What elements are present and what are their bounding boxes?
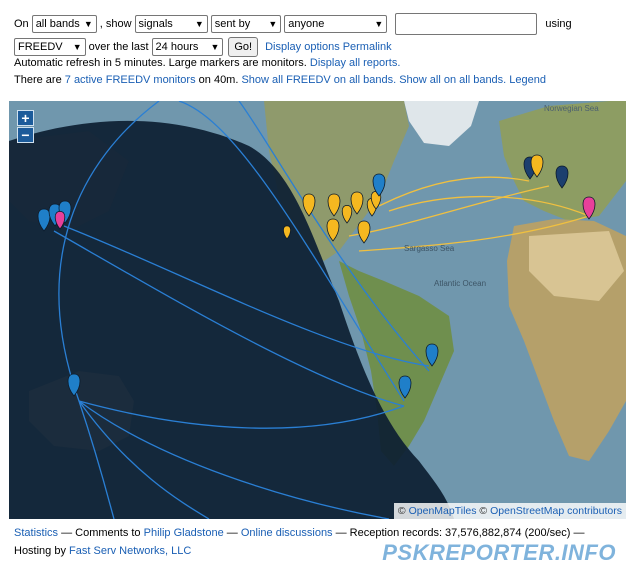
period-select[interactable]: 24 hours ▼	[151, 38, 224, 56]
reception-records-text: — Reception records: 37,576,882,874 (200…	[335, 527, 585, 539]
chevron-down-icon: ▼	[210, 42, 220, 52]
refresh-text: Automatic refresh in 5 minutes. Large ma…	[14, 57, 307, 69]
author-link[interactable]: Philip Gladstone	[144, 527, 224, 539]
query-row-2: FREEDV ▼ over the last 24 hours ▼ Go! Disp…	[14, 36, 392, 58]
active-monitors-link[interactable]: 7 active FREEDV monitors	[65, 74, 196, 86]
dash-separator: —	[226, 527, 238, 539]
statistics-link[interactable]: Statistics	[14, 527, 58, 539]
chevron-down-icon: ▼	[83, 19, 93, 29]
chevron-down-icon: ▼	[374, 19, 384, 29]
chevron-down-icon: ▼	[194, 19, 204, 29]
legend-link[interactable]: Legend	[509, 74, 546, 86]
hosting-text: Hosting by	[14, 545, 66, 557]
on-label: On	[14, 18, 29, 30]
show-mode-all-bands-link[interactable]: Show all FREEDV on all bands.	[241, 74, 396, 86]
direction-select[interactable]: sent by ▼	[210, 15, 282, 33]
type-select[interactable]: signals ▼	[134, 15, 208, 33]
sargasso-sea-label: Sargasso Sea	[404, 244, 455, 253]
footer-line-2: Hosting by Fast Serv Networks, LLC	[14, 545, 191, 557]
chevron-down-icon: ▼	[268, 19, 278, 29]
monitors-prefix: There are	[14, 74, 62, 86]
atlantic-ocean-label: Atlantic Ocean	[434, 279, 486, 288]
display-options-link[interactable]: Display options	[265, 41, 340, 53]
show-label: , show	[99, 18, 132, 30]
norwegian-sea-label: Norwegian Sea	[544, 104, 599, 113]
map-canvas: Norwegian Sea Sargasso Sea Atlantic Ocea…	[9, 101, 626, 519]
comments-text: — Comments to	[61, 527, 141, 539]
monitors-suffix: on 40m.	[198, 74, 239, 86]
zoom-in-button[interactable]: +	[17, 110, 34, 126]
copyright-icon: ©	[479, 505, 488, 517]
callsign-input[interactable]	[395, 13, 538, 35]
show-all-bands-link[interactable]: Show all on all bands.	[399, 74, 506, 86]
chevron-down-icon: ▼	[72, 42, 82, 52]
who-select[interactable]: anyone ▼	[284, 15, 388, 33]
copyright-icon: ©	[397, 505, 406, 517]
using-label: using	[545, 18, 572, 30]
band-select[interactable]: all bands ▼	[31, 15, 97, 33]
permalink-link[interactable]: Permalink	[343, 41, 392, 53]
monitors-status: There are 7 active FREEDV monitors on 40…	[14, 74, 546, 86]
mode-select[interactable]: FREEDV ▼	[14, 38, 86, 56]
go-button[interactable]: Go!	[228, 37, 259, 57]
refresh-status: Automatic refresh in 5 minutes. Large ma…	[14, 57, 400, 69]
hosting-link[interactable]: Fast Serv Networks, LLC	[69, 545, 191, 557]
openstreetmap-link[interactable]: OpenStreetMap contributors	[490, 505, 622, 517]
map-attribution: © OpenMapTiles © OpenStreetMap contribut…	[393, 503, 626, 519]
reception-map[interactable]: Norwegian Sea Sargasso Sea Atlantic Ocea…	[9, 101, 626, 519]
query-row-1: On all bands ▼ , show signals ▼ sent by ▼ a…	[14, 13, 572, 35]
zoom-out-button[interactable]: −	[17, 127, 34, 143]
openmaptiles-link[interactable]: OpenMapTiles	[409, 505, 477, 517]
over-label: over the last	[88, 41, 149, 53]
online-discussions-link[interactable]: Online discussions	[241, 527, 333, 539]
footer-line-1: Statistics — Comments to Philip Gladston…	[14, 527, 585, 539]
site-logo: PSKREPORTER.INFO	[382, 540, 616, 565]
display-all-reports-link[interactable]: Display all reports.	[310, 57, 400, 69]
